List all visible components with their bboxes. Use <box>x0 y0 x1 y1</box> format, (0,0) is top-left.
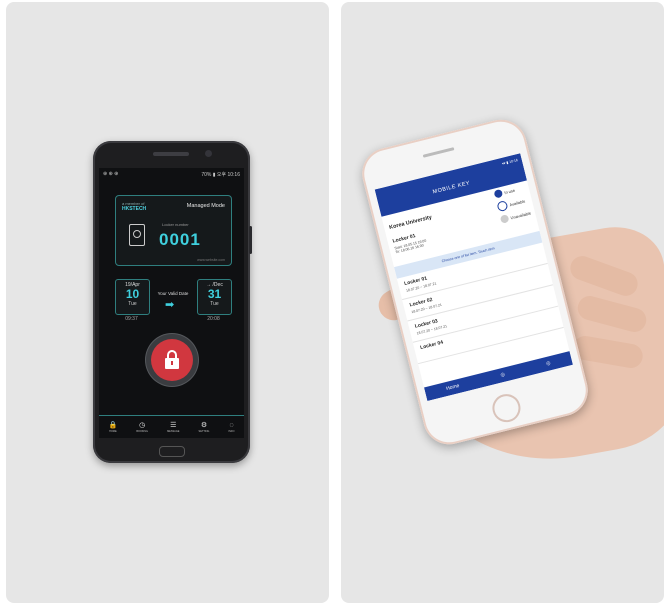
iphone-screen: ▾▾ ▮ 10:16 MOBILE KEY Korea University I… <box>374 153 573 402</box>
nav-booking[interactable]: ◷ BOOKING <box>136 422 148 433</box>
valid-date-label: Your Valid Date <box>157 291 189 296</box>
start-weekday: Tue <box>128 301 137 307</box>
nav-home[interactable]: 🔒 HOME <box>109 422 118 433</box>
lock-icon: 🔒 <box>108 421 118 429</box>
arrow-right-icon: ➡ <box>165 299 175 311</box>
home-button[interactable] <box>159 446 185 457</box>
clock-icon: ◷ <box>139 421 146 429</box>
start-day: 10 <box>125 287 140 301</box>
organization-name: Korea University <box>388 214 433 232</box>
unlock-button[interactable] <box>146 334 198 386</box>
nav-home[interactable]: Home <box>446 383 460 392</box>
front-camera <box>205 150 212 157</box>
nav-item[interactable]: ◎ <box>500 372 506 379</box>
nav-label: INFO <box>228 429 235 433</box>
unlock-button-face[interactable] <box>151 339 193 381</box>
gear-icon: ⚙ <box>200 421 208 429</box>
app-bottom-nav: Home ◎ ◎ <box>424 351 573 402</box>
locker-number-label: Locker number <box>162 222 189 227</box>
left-photo-panel: ⊕ ⊕ ⊕ 70% ▮ 오후 10:16 a member of HKSTECH… <box>6 2 329 603</box>
end-time: 20:08 <box>207 316 220 322</box>
nav-label: BOOKING <box>136 429 148 433</box>
available-icon <box>496 200 509 213</box>
unavailable-icon <box>499 214 510 224</box>
iphone: ▾▾ ▮ 10:16 MOBILE KEY Korea University I… <box>356 114 594 450</box>
nav-item[interactable]: ◎ <box>546 360 552 367</box>
nav-message[interactable]: ☰ MESSAGE <box>167 422 179 433</box>
end-weekday: Tue <box>210 301 219 307</box>
status-left: ⊕ ⊕ ⊕ <box>103 171 119 177</box>
status-right: 70% ▮ 오후 10:16 <box>201 171 240 178</box>
brand-name: HKSTECH <box>122 206 147 212</box>
brand-logo: a member of HKSTECH <box>122 201 146 212</box>
power-button <box>249 226 252 254</box>
legend-label: In use <box>503 187 516 195</box>
legend-label: Unavailable <box>509 210 532 220</box>
start-time: 09:37 <box>125 316 138 322</box>
phone-speaker <box>153 152 189 156</box>
earpiece <box>422 147 455 158</box>
padlock-icon <box>165 350 179 370</box>
phone-key-icon <box>129 224 145 246</box>
nav-setting[interactable]: ⚙ SETTING <box>199 422 210 433</box>
start-date-box: 19/Apr 10 Tue <box>115 279 150 315</box>
nav-label: MESSAGE <box>167 429 180 433</box>
in-use-icon <box>493 188 504 199</box>
locker-card: a member of HKSTECH Managed Mode Locker … <box>115 195 232 266</box>
android-phone: ⊕ ⊕ ⊕ 70% ▮ 오후 10:16 a member of HKSTECH… <box>93 141 252 463</box>
locker-number: 0001 <box>159 230 201 249</box>
card-footer: www.website.com <box>197 258 225 262</box>
nav-label: SETTING <box>198 429 210 433</box>
mode-label: Managed Mode <box>186 203 225 209</box>
end-day: 31 <box>207 287 222 301</box>
legend: In use Available Unavailable <box>493 183 533 227</box>
nav-info[interactable]: ◌ INFO <box>228 422 234 433</box>
android-screen: ⊕ ⊕ ⊕ 70% ▮ 오후 10:16 a member of HKSTECH… <box>99 168 244 438</box>
nav-label: HOME <box>109 429 117 433</box>
home-button[interactable] <box>489 391 524 426</box>
bottom-nav: 🔒 HOME ◷ BOOKING ☰ MESSAGE ⚙ SETTING ◌ I… <box>99 415 244 438</box>
legend-label: Available <box>508 198 526 207</box>
end-date-box: → /Dec 31 Tue <box>197 279 232 315</box>
list-icon: ☰ <box>170 421 177 429</box>
right-photo-panel: ▾▾ ▮ 10:16 MOBILE KEY Korea University I… <box>341 2 664 603</box>
status-bar: ⊕ ⊕ ⊕ 70% ▮ 오후 10:16 <box>99 168 244 180</box>
chat-icon: ◌ <box>229 421 234 429</box>
legend-unavailable: Unavailable <box>499 209 532 224</box>
